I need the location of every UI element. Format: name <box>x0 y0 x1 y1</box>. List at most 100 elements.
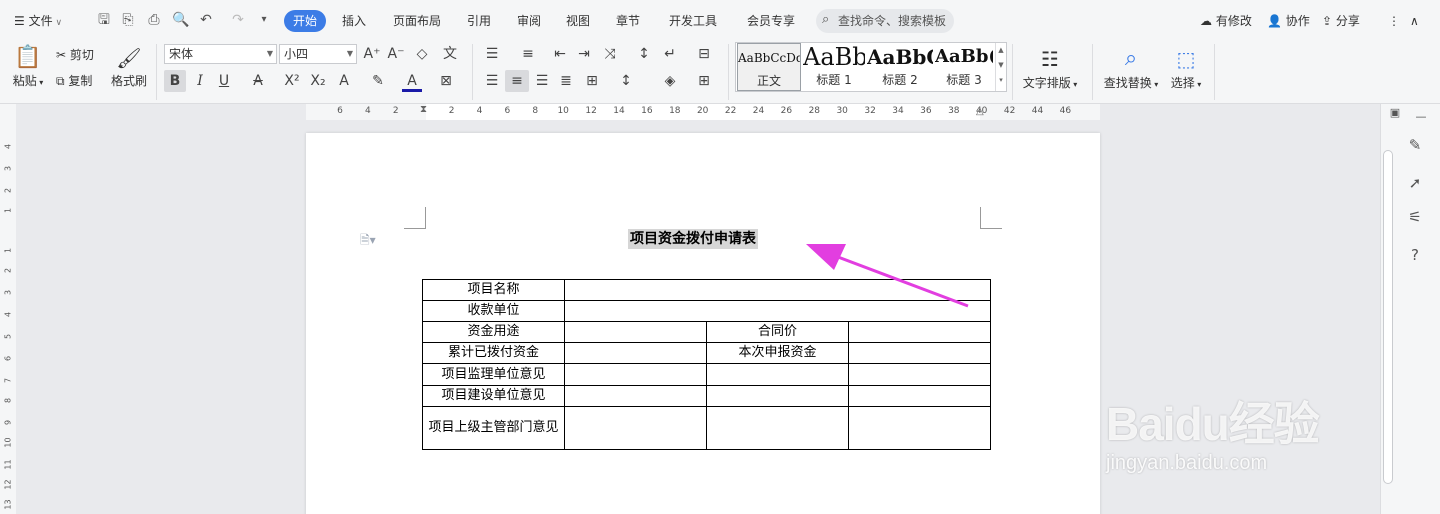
table-cell[interactable] <box>848 406 991 450</box>
collapse-ribbon-icon[interactable]: ∧ <box>1410 10 1419 32</box>
table-cell[interactable] <box>706 385 849 407</box>
line-spacing-icon[interactable]: ↕ <box>616 72 636 90</box>
vertical-scrollbar[interactable] <box>1383 150 1393 484</box>
tab-developer[interactable]: 开发工具 <box>669 10 717 32</box>
table-cell[interactable] <box>848 321 991 343</box>
tab-section[interactable]: 章节 <box>616 10 640 32</box>
table-cell[interactable] <box>848 363 991 386</box>
print-icon[interactable]: ⎙ <box>146 12 162 28</box>
table-cell[interactable] <box>564 279 991 301</box>
quick-access-more-icon[interactable]: ▾ <box>256 12 272 28</box>
style-heading-1[interactable]: AaBb 标题 1 <box>803 43 865 91</box>
tab-home[interactable]: 开始 <box>284 10 327 32</box>
strikethrough-icon[interactable]: A <box>248 72 268 90</box>
table-cell-label[interactable]: 本次申报资金 <box>706 342 849 364</box>
select-button[interactable]: ⬚ 选择 ▾ <box>1168 44 1204 91</box>
find-replace-button[interactable]: ⌕ 查找替换 ▾ <box>1102 44 1160 91</box>
tab-references[interactable]: 引用 <box>467 10 491 32</box>
table-lines-icon[interactable]: ⊟ <box>694 45 714 63</box>
bold-icon[interactable]: B <box>164 70 186 92</box>
paste-button[interactable]: 📋 粘贴 ▾ <box>10 44 46 89</box>
highlight-icon[interactable]: ✎ <box>368 72 388 90</box>
command-search[interactable]: ⌕ 查找命令、搜索模板 <box>816 9 954 33</box>
borders-icon[interactable]: ⊞ <box>694 72 714 90</box>
table-cell[interactable] <box>706 363 849 386</box>
vertical-ruler[interactable]: 1 2 3 4 1 2 3 4 5 6 7 8 9 10 11 12 13 <box>0 104 16 514</box>
chinese-layout-icon[interactable]: ⤨ <box>600 45 620 63</box>
style-heading-2[interactable]: AaBbC 标题 2 <box>867 43 933 91</box>
horizontal-ruler[interactable]: 6 4 2 2 4 6 8 10 12 14 16 18 20 22 24 26 28 30 32 34 36 38 40 4… <box>306 104 1100 120</box>
tab-page-layout[interactable]: 页面布局 <box>393 10 441 32</box>
table-cell[interactable] <box>848 385 991 407</box>
table-cell-label[interactable]: 合同价 <box>706 321 849 343</box>
char-border-icon[interactable]: ⊠ <box>436 72 456 90</box>
collapse-sidebar-icon[interactable]: — <box>1411 110 1431 123</box>
save-icon[interactable]: 🖫 <box>96 12 112 28</box>
subscript-icon[interactable]: X₂ <box>308 72 328 90</box>
align-center-icon[interactable]: ≡ <box>505 70 529 92</box>
modified-button[interactable]: ☁ 有修改 <box>1200 10 1252 32</box>
table-cell-label[interactable]: 资金用途 <box>422 321 565 343</box>
numbered-list-icon[interactable]: ≡ <box>518 45 538 63</box>
table-cell-label[interactable]: 项目上级主管部门意见 <box>422 406 565 450</box>
distribute-icon[interactable]: ⊞ <box>582 72 602 90</box>
table-cell[interactable] <box>564 385 707 407</box>
sort-icon[interactable]: ↕ <box>634 45 654 63</box>
shrink-font-icon[interactable]: A⁻ <box>386 45 406 63</box>
pen-icon[interactable]: ✎ <box>1405 136 1425 154</box>
shading-icon[interactable]: ◈ <box>660 72 680 90</box>
share-button[interactable]: ⇪ 分享 <box>1322 10 1360 32</box>
text-layout-button[interactable]: ☷ 文字排版 ▾ <box>1022 44 1078 91</box>
table-cell-label[interactable]: 项目建设单位意见 <box>422 385 565 407</box>
copy-button[interactable]: ⧉ 复制 <box>56 72 92 90</box>
tab-insert[interactable]: 插入 <box>342 10 366 32</box>
print-preview-icon[interactable]: 🔍 <box>172 12 189 28</box>
align-left-icon[interactable]: ☰ <box>482 72 502 90</box>
help-icon[interactable]: ? <box>1405 246 1425 264</box>
indent-marker-icon[interactable]: ⧗ <box>420 104 427 115</box>
table-cell-label[interactable]: 收款单位 <box>422 300 565 322</box>
table-cell[interactable] <box>564 406 707 450</box>
format-painter-button[interactable]: 🖌 格式刷 <box>108 44 150 89</box>
align-right-icon[interactable]: ☰ <box>532 72 552 90</box>
settings-sliders-icon[interactable]: ⚟ <box>1405 208 1425 226</box>
table-cell-label[interactable]: 项目名称 <box>422 279 565 301</box>
clear-format-icon[interactable]: ◇ <box>412 45 432 63</box>
italic-icon[interactable]: I <box>190 72 210 90</box>
underline-icon[interactable]: U <box>214 72 234 90</box>
table-cell-label[interactable]: 项目监理单位意见 <box>422 363 565 386</box>
collaborate-button[interactable]: 👤 协作 <box>1267 10 1310 32</box>
show-marks-icon[interactable]: ↵ <box>660 45 680 63</box>
increase-indent-icon[interactable]: ⇥ <box>574 45 594 63</box>
bullet-list-icon[interactable]: ☰ <box>482 45 502 63</box>
paragraph-handle-icon[interactable]: 🗎▾ <box>360 231 376 252</box>
tab-member[interactable]: 会员专享 <box>747 10 795 32</box>
styles-scroll[interactable]: ▲ ▼ ▾ <box>995 43 1006 91</box>
table-cell[interactable] <box>564 321 707 343</box>
phonetic-guide-icon[interactable]: 文 <box>440 45 460 63</box>
grow-font-icon[interactable]: A⁺ <box>362 45 382 63</box>
decrease-indent-icon[interactable]: ⇤ <box>550 45 570 63</box>
page-toggle-icon[interactable]: ▣ <box>1385 106 1405 119</box>
text-effect-icon[interactable]: A <box>334 72 354 90</box>
document-title[interactable]: 项目资金拨付申请表 <box>628 229 758 249</box>
tab-view[interactable]: 视图 <box>566 10 590 32</box>
redo-icon[interactable]: ↷ <box>230 12 246 28</box>
table-cell[interactable] <box>564 342 707 364</box>
font-color-icon[interactable]: A <box>402 72 422 92</box>
cursor-icon[interactable]: ➚ <box>1405 174 1425 192</box>
file-menu[interactable]: ☰ 文件 ∨ <box>14 10 62 32</box>
font-size-select[interactable]: 小四 ▼ <box>279 44 357 64</box>
cut-button[interactable]: ✂ 剪切 <box>56 46 94 64</box>
font-name-select[interactable]: 宋体 ▼ <box>164 44 277 64</box>
export-icon[interactable]: ⎘ <box>120 12 136 28</box>
superscript-icon[interactable]: X² <box>282 72 302 90</box>
tab-review[interactable]: 审阅 <box>517 10 541 32</box>
table-cell[interactable] <box>564 363 707 386</box>
table-cell-label[interactable]: 累计已拨付资金 <box>422 342 565 364</box>
undo-icon[interactable]: ↶ <box>198 12 214 28</box>
table-cell[interactable] <box>706 406 849 450</box>
style-normal[interactable]: AaBbCcDd 正文 <box>737 43 801 91</box>
right-indent-marker-icon[interactable]: △ <box>976 106 984 117</box>
style-heading-3[interactable]: AaBb( 标题 3 <box>935 43 993 91</box>
